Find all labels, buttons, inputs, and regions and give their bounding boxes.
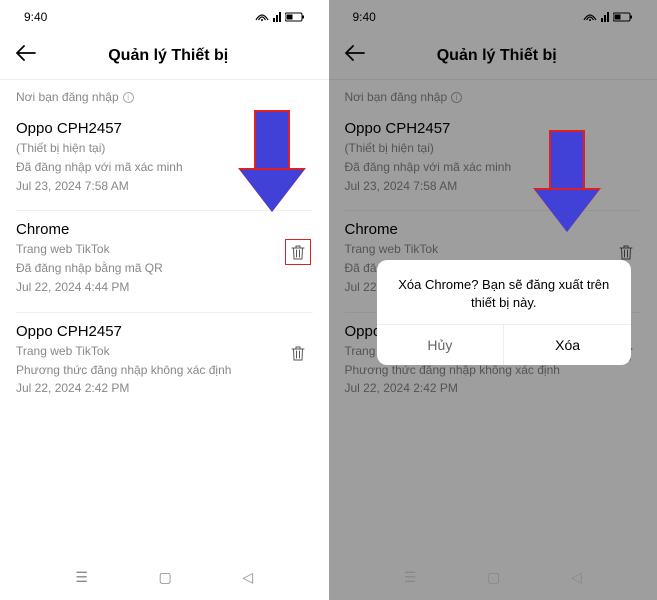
- trash-icon: [291, 346, 305, 361]
- annotation-arrow: [549, 130, 599, 232]
- device-method: Đã đăng nhập bằng mã QR: [16, 260, 313, 277]
- phone-screen-right: 9:40 Quản lý Thiết bị Nơi bạn đăng nhập …: [329, 0, 657, 600]
- device-name: Oppo CPH2457: [16, 323, 313, 340]
- phone-screen-left: 9:40 Quản lý Thiết bị Nơi bạn đăng nhập …: [0, 0, 329, 600]
- header: Quản lý Thiết bị: [0, 30, 329, 80]
- cancel-button[interactable]: Hủy: [377, 325, 505, 365]
- section-label: Nơi bạn đăng nhập i: [0, 80, 329, 110]
- device-method: Phương thức đăng nhập không xác định: [16, 362, 313, 379]
- trash-icon: [291, 245, 305, 260]
- page-title: Quản lý Thiết bị: [44, 47, 293, 65]
- back-icon[interactable]: [16, 44, 36, 67]
- device-name: Chrome: [16, 221, 313, 238]
- device-sub: Trang web TikTok: [16, 343, 313, 360]
- nav-back-icon[interactable]: ◁: [571, 569, 582, 586]
- android-nav-bar: ☰ ▢ ◁: [329, 563, 657, 592]
- status-icons: [255, 12, 305, 22]
- info-icon[interactable]: i: [123, 92, 134, 103]
- device-date: Jul 22, 2024 2:42 PM: [16, 380, 313, 397]
- confirm-button[interactable]: Xóa: [504, 325, 631, 365]
- status-bar: 9:40: [0, 0, 329, 30]
- nav-back-icon[interactable]: ◁: [242, 569, 253, 586]
- device-date: Jul 22, 2024 4:44 PM: [16, 279, 313, 296]
- device-item: Oppo CPH2457 Trang web TikTok Phương thứ…: [0, 313, 329, 413]
- android-nav-bar: ☰ ▢ ◁: [0, 563, 329, 592]
- nav-menu-icon[interactable]: ☰: [75, 569, 88, 586]
- device-item: Chrome Trang web TikTok Đã đăng nhập bằn…: [0, 211, 329, 311]
- status-time: 9:40: [24, 10, 47, 24]
- nav-menu-icon[interactable]: ☰: [404, 569, 417, 586]
- delete-button[interactable]: [285, 239, 311, 265]
- annotation-arrow: [254, 110, 304, 212]
- device-sub: Trang web TikTok: [16, 241, 313, 258]
- nav-home-icon[interactable]: ▢: [487, 569, 500, 586]
- delete-button[interactable]: [285, 341, 311, 367]
- confirm-dialog: Xóa Chrome? Bạn sẽ đăng xuất trên thiết …: [377, 260, 632, 365]
- nav-home-icon[interactable]: ▢: [159, 569, 172, 586]
- dialog-message: Xóa Chrome? Bạn sẽ đăng xuất trên thiết …: [377, 260, 632, 324]
